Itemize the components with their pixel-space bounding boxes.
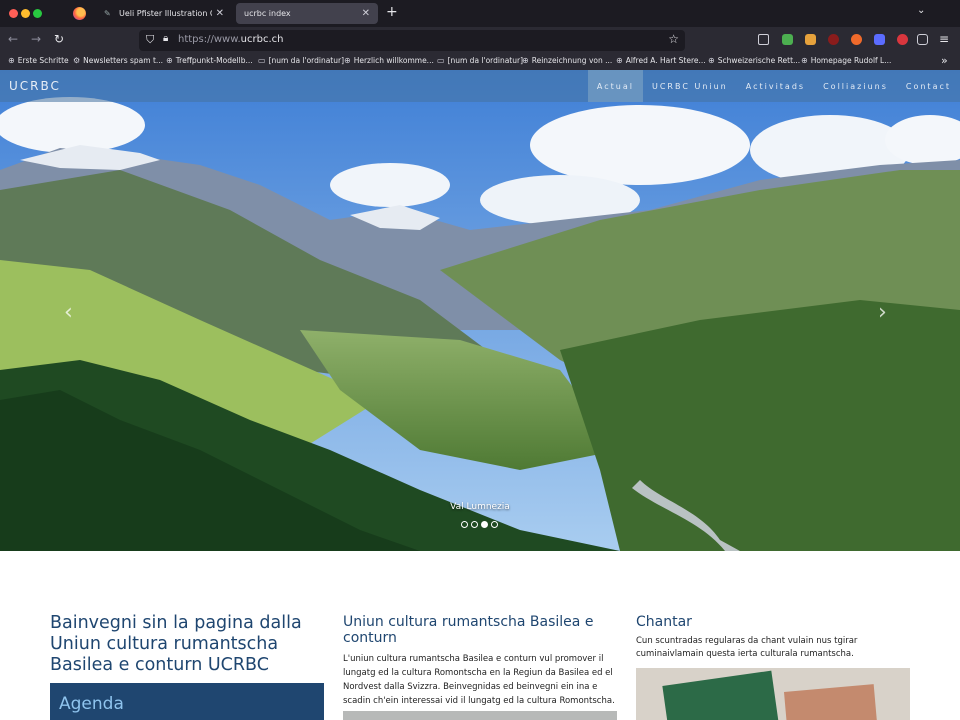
ublock-icon[interactable]	[828, 34, 839, 45]
bookmarks-bar: ⊕ Erste Schritte ⚙ Newsletters spam t... ⊕…	[0, 54, 960, 70]
browser-tab-strip: ✎ Ueli Pfister Illustration Comics C ✕ u…	[0, 0, 960, 27]
back-button[interactable]: ←	[8, 32, 18, 46]
chevron-right-icon[interactable]: ›	[878, 300, 887, 325]
bookmark-item[interactable]: ⊕ Homepage Rudolf L...	[801, 56, 891, 65]
carousel-indicators	[461, 521, 498, 528]
carousel-dot[interactable]	[471, 521, 478, 528]
folder-icon: ▭	[258, 56, 266, 65]
firefox-icon	[73, 7, 86, 20]
reload-button[interactable]: ↻	[54, 32, 64, 46]
uniun-title: Uniun cultura rumantscha Basilea e contu…	[343, 614, 594, 646]
chantar-text: Cun scuntradas regularas da chant vulain…	[636, 636, 858, 659]
shield-icon[interactable]: ⛉	[146, 33, 154, 47]
close-icon[interactable]: ✕	[216, 8, 224, 19]
bookmark-item[interactable]: ⊕ Schweizerische Rett...	[708, 56, 800, 65]
folder-icon: ▭	[437, 56, 445, 65]
uniun-text: L'uniun cultura rumantscha Basilea e con…	[343, 654, 615, 706]
tab-favicon-icon: ✎	[104, 9, 111, 18]
nav-ucrbc-uniun[interactable]: UCRBC Uniun	[643, 70, 737, 102]
site-brand[interactable]: UCRBC	[9, 79, 61, 93]
welcome-column: Bainvegni sin la pagina dalla Uniun cult…	[50, 613, 324, 676]
pocket-icon[interactable]	[758, 34, 769, 45]
carousel-dot[interactable]	[461, 521, 468, 528]
nav-activitads[interactable]: Activitads	[737, 70, 814, 102]
site-nav-links: Actual UCRBC Uniun Activitads Colliaziun…	[587, 70, 960, 102]
hero-carousel: UCRBC Actual UCRBC Uniun Activitads Coll…	[0, 70, 960, 551]
extensions-puzzle-icon[interactable]	[917, 34, 928, 45]
chevron-down-icon[interactable]: ⌄	[917, 5, 925, 16]
browser-toolbar: ← → ↻ ⛉ 🔒︎ https://www.ucrbc.ch ☆ ≡	[0, 27, 960, 54]
tab-title: Ueli Pfister Illustration Comics C	[119, 9, 212, 18]
landscape-photo	[0, 70, 960, 551]
agenda-title: Agenda	[59, 694, 124, 714]
globe-icon: ⊕	[166, 56, 173, 65]
chantar-title: Chantar	[636, 614, 692, 630]
globe-icon: ⊕	[522, 56, 529, 65]
url-text[interactable]: https://www.ucrbc.ch	[178, 34, 283, 45]
globe-icon: ⊕	[616, 56, 623, 65]
chevron-left-icon[interactable]: ‹	[64, 300, 73, 325]
site-navbar: UCRBC Actual UCRBC Uniun Activitads Coll…	[0, 70, 960, 102]
welcome-title: Bainvegni sin la pagina dalla Uniun cult…	[50, 613, 302, 675]
globe-icon: ⊕	[8, 56, 15, 65]
agenda-panel: Agenda	[50, 683, 324, 720]
extension-icon[interactable]	[851, 34, 862, 45]
browser-tab-active[interactable]: ucrbc index ✕	[236, 3, 378, 24]
songbook-red	[783, 684, 879, 720]
bookmark-item[interactable]: ⚙ Newsletters spam t...	[73, 56, 163, 65]
nav-contact[interactable]: Contact	[897, 70, 960, 102]
extension-icon[interactable]	[897, 34, 908, 45]
address-bar[interactable]: ⛉ 🔒︎ https://www.ucrbc.ch ☆	[139, 30, 685, 51]
globe-icon: ⊕	[801, 56, 808, 65]
bookmark-folder[interactable]: ▭ [num da l'ordinatur]	[437, 56, 523, 65]
uniun-column: Uniun cultura rumantscha Basilea e contu…	[343, 614, 617, 708]
chantar-column: Chantar Cun scuntradas regularas da chan…	[636, 614, 910, 661]
bookmark-item[interactable]: ⊕ Herzlich willkomme...	[344, 56, 434, 65]
bookmark-item[interactable]: ⊕ Alfred A. Hart Stere...	[616, 56, 706, 65]
songbook-green	[662, 670, 780, 720]
nav-colliaziuns[interactable]: Colliaziuns	[814, 70, 897, 102]
window-minimize-button[interactable]	[21, 9, 30, 18]
new-tab-button[interactable]: +	[386, 4, 398, 20]
close-icon[interactable]: ✕	[362, 8, 370, 19]
songbooks-photo	[636, 668, 910, 720]
globe-icon: ⊕	[708, 56, 715, 65]
forward-button[interactable]: →	[31, 32, 41, 46]
lock-icon[interactable]: 🔒︎	[163, 33, 168, 44]
extension-icon[interactable]	[874, 34, 885, 45]
bookmark-star-icon[interactable]: ☆	[668, 32, 679, 46]
bookmark-item[interactable]: ⊕ Reinzeichnung von ...	[522, 56, 612, 65]
bookmark-item[interactable]: ⊕ Treffpunkt-Modellb...	[166, 56, 253, 65]
globe-icon: ⊕	[344, 56, 351, 65]
tab-title: ucrbc index	[244, 9, 291, 18]
extension-icon[interactable]	[782, 34, 793, 45]
extension-icon[interactable]	[805, 34, 816, 45]
window-close-button[interactable]	[9, 9, 18, 18]
bookmark-item[interactable]: ⊕ Erste Schritte	[8, 56, 69, 65]
uniun-photo	[343, 711, 617, 720]
browser-tab[interactable]: ✎ Ueli Pfister Illustration Comics C ✕	[96, 3, 232, 24]
carousel-dot[interactable]	[491, 521, 498, 528]
carousel-dot-active[interactable]	[481, 521, 488, 528]
window-zoom-button[interactable]	[33, 9, 42, 18]
chevron-right-icon[interactable]: »	[941, 54, 948, 67]
bookmark-folder[interactable]: ▭ [num da l'ordinatur]	[258, 56, 344, 65]
web-page: UCRBC Actual UCRBC Uniun Activitads Coll…	[0, 70, 960, 720]
gear-icon: ⚙	[73, 56, 81, 65]
carousel-caption: Val Lumnezia	[450, 502, 510, 512]
nav-actual[interactable]: Actual	[587, 70, 643, 102]
hamburger-menu-icon[interactable]: ≡	[939, 32, 949, 46]
